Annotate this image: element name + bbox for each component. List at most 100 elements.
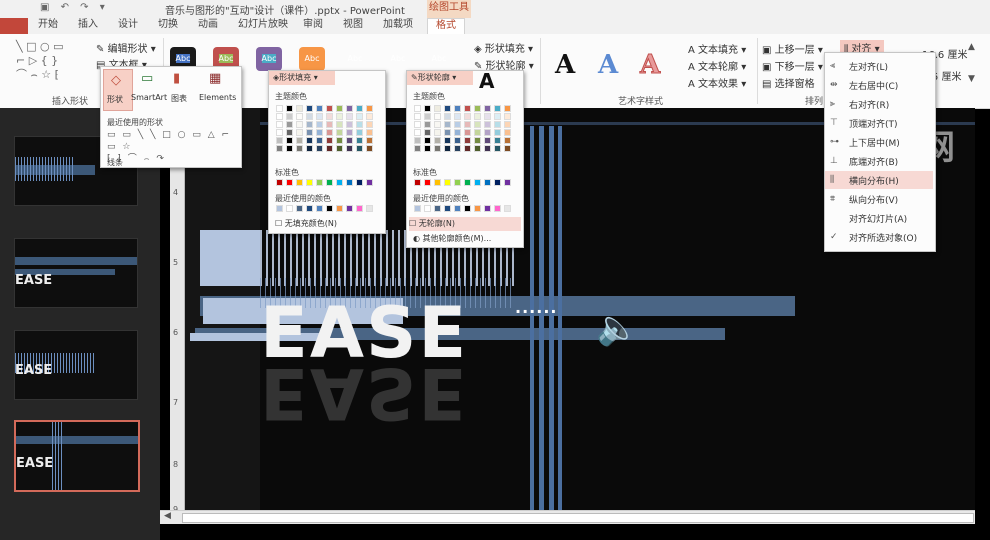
color-swatch[interactable]: [434, 121, 441, 128]
color-swatch[interactable]: [366, 105, 373, 112]
color-swatch[interactable]: [464, 179, 471, 186]
shape-outline-dropdown-button[interactable]: ✎形状轮廓 ▾: [407, 71, 473, 85]
color-swatch[interactable]: [444, 145, 451, 152]
color-swatch[interactable]: [434, 105, 441, 112]
standard-color-grid[interactable]: [276, 179, 373, 186]
color-swatch[interactable]: [494, 145, 501, 152]
color-swatch[interactable]: [494, 179, 501, 186]
tab-design[interactable]: 设计: [118, 18, 138, 34]
color-swatch[interactable]: [444, 105, 451, 112]
shape-style-4[interactable]: Abc: [299, 47, 325, 71]
color-swatch[interactable]: [454, 129, 461, 136]
vertical-stripe[interactable]: [539, 126, 544, 510]
color-swatch[interactable]: [296, 137, 303, 144]
color-swatch[interactable]: [474, 205, 481, 212]
color-swatch[interactable]: [306, 121, 313, 128]
color-swatch[interactable]: [366, 129, 373, 136]
color-swatch[interactable]: [366, 121, 373, 128]
tab-format[interactable]: 格式: [427, 18, 465, 35]
color-swatch[interactable]: [326, 121, 333, 128]
color-swatch[interactable]: [316, 113, 323, 120]
color-swatch[interactable]: [366, 113, 373, 120]
color-swatch[interactable]: [484, 205, 491, 212]
color-swatch[interactable]: [434, 113, 441, 120]
color-swatch[interactable]: [414, 113, 421, 120]
color-swatch[interactable]: [306, 145, 313, 152]
art-style-blue[interactable]: A: [598, 50, 618, 80]
color-swatch[interactable]: [414, 105, 421, 112]
color-swatch[interactable]: [464, 137, 471, 144]
color-swatch[interactable]: [444, 121, 451, 128]
color-swatch[interactable]: [306, 105, 313, 112]
color-swatch[interactable]: [414, 179, 421, 186]
color-swatch[interactable]: [454, 145, 461, 152]
color-swatch[interactable]: [444, 137, 451, 144]
color-swatch[interactable]: [454, 113, 461, 120]
color-swatch[interactable]: [326, 129, 333, 136]
theme-color-grid[interactable]: [276, 105, 373, 152]
color-swatch[interactable]: [316, 205, 323, 212]
smartart-button[interactable]: ▭ SmartArt: [131, 71, 167, 107]
shape-fill-dropdown-button[interactable]: ◈形状填充 ▾: [269, 71, 335, 85]
color-swatch[interactable]: [356, 137, 363, 144]
color-swatch[interactable]: [336, 129, 343, 136]
color-swatch[interactable]: [346, 145, 353, 152]
color-swatch[interactable]: [316, 137, 323, 144]
scroll-thumb[interactable]: [182, 513, 974, 523]
color-swatch[interactable]: [326, 179, 333, 186]
color-swatch[interactable]: [326, 105, 333, 112]
color-swatch[interactable]: [276, 137, 283, 144]
color-swatch[interactable]: [336, 121, 343, 128]
color-swatch[interactable]: [484, 121, 491, 128]
color-swatch[interactable]: [434, 179, 441, 186]
color-swatch[interactable]: [336, 179, 343, 186]
color-swatch[interactable]: [326, 137, 333, 144]
color-swatch[interactable]: [316, 105, 323, 112]
color-swatch[interactable]: [464, 145, 471, 152]
chart-button[interactable]: ▮ 图表: [169, 71, 195, 107]
color-swatch[interactable]: [366, 137, 373, 144]
color-swatch[interactable]: [474, 105, 481, 112]
align-menu-item[interactable]: ⫼ 横向分布(H): [825, 171, 933, 189]
align-menu-item[interactable]: ✓ 对齐所选对象(O): [825, 228, 933, 246]
color-swatch[interactable]: [434, 145, 441, 152]
pale-block[interactable]: [200, 230, 260, 286]
color-swatch[interactable]: [484, 145, 491, 152]
align-menu-item[interactable]: ⊶ 上下居中(M): [825, 133, 933, 151]
color-swatch[interactable]: [484, 179, 491, 186]
bring-forward-button[interactable]: ▣ 上移一层 ▾: [762, 41, 823, 56]
more-outline-colors-option[interactable]: ◐ 其他轮廓颜色(M)...: [413, 233, 523, 245]
color-swatch[interactable]: [494, 113, 501, 120]
color-swatch[interactable]: [286, 129, 293, 136]
tab-animations[interactable]: 动画: [198, 18, 218, 34]
color-swatch[interactable]: [276, 121, 283, 128]
color-swatch[interactable]: [286, 105, 293, 112]
tab-addins[interactable]: 加载项: [383, 18, 413, 34]
color-swatch[interactable]: [306, 137, 313, 144]
color-swatch[interactable]: [356, 205, 363, 212]
no-fill-option[interactable]: ☐ 无填充颜色(N): [275, 217, 381, 231]
text-effects-button[interactable]: A 文本效果 ▾: [688, 75, 746, 90]
edit-shape-button[interactable]: ✎ 编辑形状 ▾: [96, 40, 156, 55]
color-swatch[interactable]: [414, 205, 421, 212]
align-menu-item[interactable]: ⇹ 左右居中(C): [825, 76, 933, 94]
color-swatch[interactable]: [346, 137, 353, 144]
tab-transitions[interactable]: 切换: [158, 18, 178, 34]
color-swatch[interactable]: [366, 179, 373, 186]
quick-access-toolbar[interactable]: ▣ ↶ ↷ ▾: [40, 2, 109, 13]
color-swatch[interactable]: [336, 113, 343, 120]
color-swatch[interactable]: [326, 113, 333, 120]
color-swatch[interactable]: [296, 121, 303, 128]
shape-style-5[interactable]: Abc: [342, 47, 368, 71]
color-swatch[interactable]: [336, 105, 343, 112]
selection-pane-button[interactable]: ▤ 选择窗格: [762, 75, 815, 90]
recent-color-grid[interactable]: [414, 205, 511, 212]
slide-thumbnail[interactable]: EASE: [14, 330, 138, 400]
scroll-left-icon[interactable]: ◀: [164, 511, 171, 521]
color-swatch[interactable]: [366, 205, 373, 212]
color-swatch[interactable]: [434, 129, 441, 136]
color-swatch[interactable]: [316, 179, 323, 186]
color-swatch[interactable]: [464, 113, 471, 120]
color-swatch[interactable]: [346, 113, 353, 120]
color-swatch[interactable]: [346, 121, 353, 128]
